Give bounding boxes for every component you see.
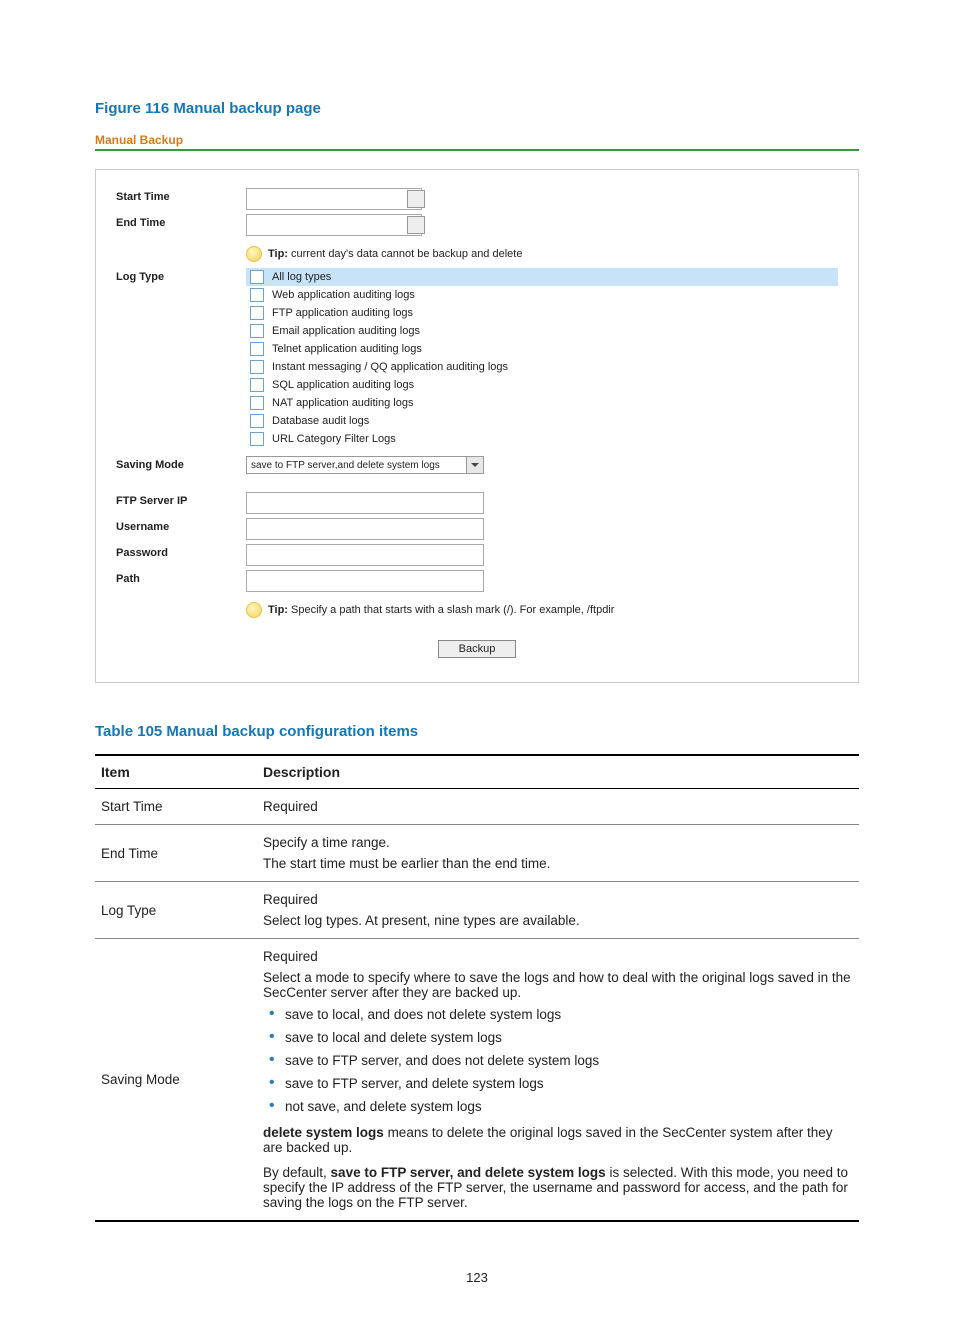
end-time-input[interactable] [246,214,422,236]
calendar-icon[interactable] [407,216,425,234]
log-type-option-label: Instant messaging / QQ application audit… [272,361,508,373]
checkbox-icon[interactable] [250,378,264,392]
cell-item: Start Time [95,789,257,825]
username-label: Username [116,518,246,533]
end-time-label: End Time [116,214,246,229]
checkbox-icon[interactable] [250,414,264,428]
tip-label: Tip: [268,248,288,260]
log-type-option[interactable]: Web application auditing logs [246,286,838,304]
table-row: End Time Specify a time range. The start… [95,825,859,882]
log-type-option-label: Telnet application auditing logs [272,343,422,355]
cell-desc: Required [257,789,859,825]
start-time-input[interactable] [246,188,422,210]
list-item: save to FTP server, and does not delete … [263,1050,853,1073]
list-item: save to FTP server, and delete system lo… [263,1073,853,1096]
start-time-label: Start Time [116,188,246,203]
log-type-option-label: Web application auditing logs [272,289,415,301]
password-input[interactable] [246,544,484,566]
config-table: Item Description Start Time Required End… [95,754,859,1222]
lightbulb-icon [246,246,262,262]
cell-item: End Time [95,825,257,882]
ftp-server-ip-label: FTP Server IP [116,492,246,507]
cell-desc: Required Select log types. At present, n… [257,882,859,939]
th-item: Item [95,755,257,789]
checkbox-icon[interactable] [250,432,264,446]
log-type-option-label: Email application auditing logs [272,325,420,337]
table-row: Start Time Required [95,789,859,825]
log-type-option[interactable]: Instant messaging / QQ application audit… [246,358,838,376]
checkbox-icon[interactable] [250,342,264,356]
log-type-label: Log Type [116,268,246,283]
panel-heading: Manual Backup [95,133,859,147]
log-type-option[interactable]: FTP application auditing logs [246,304,838,322]
path-label: Path [116,570,246,585]
log-type-option-label: Database audit logs [272,415,369,427]
log-type-option-label: NAT application auditing logs [272,397,413,409]
log-type-option[interactable]: SQL application auditing logs [246,376,838,394]
list-item: save to local and delete system logs [263,1027,853,1050]
list-item: not save, and delete system logs [263,1096,853,1119]
table-row: Saving Mode Required Select a mode to sp… [95,939,859,1221]
ftp-server-ip-input[interactable] [246,492,484,514]
page-number: 123 [95,1270,859,1285]
table-title: Table 105 Manual backup configuration it… [95,723,859,740]
password-label: Password [116,544,246,559]
log-type-option[interactable]: URL Category Filter Logs [246,430,838,448]
log-type-option[interactable]: NAT application auditing logs [246,394,838,412]
log-type-option[interactable]: Telnet application auditing logs [246,340,838,358]
log-type-option-label: SQL application auditing logs [272,379,414,391]
checkbox-icon[interactable] [250,288,264,302]
cell-desc: Specify a time range. The start time mus… [257,825,859,882]
cell-desc: Required Select a mode to specify where … [257,939,859,1221]
manual-backup-form: Start Time End Time Tip: current day's d… [95,169,859,683]
path-tip-text: Specify a path that starts with a slash … [288,604,614,616]
username-input[interactable] [246,518,484,540]
log-type-option-label: All log types [272,271,331,283]
log-type-option[interactable]: Email application auditing logs [246,322,838,340]
list-item: save to local, and does not delete syste… [263,1004,853,1027]
chevron-down-icon[interactable] [466,457,483,473]
table-row: Log Type Required Select log types. At p… [95,882,859,939]
checkbox-icon[interactable] [250,306,264,320]
cell-item: Saving Mode [95,939,257,1221]
saving-mode-label: Saving Mode [116,456,246,471]
log-type-option[interactable]: Database audit logs [246,412,838,430]
checkbox-icon[interactable] [250,396,264,410]
checkbox-icon[interactable] [250,270,264,284]
cell-item: Log Type [95,882,257,939]
checkbox-icon[interactable] [250,324,264,338]
lightbulb-icon [246,602,262,618]
saving-mode-select[interactable]: save to FTP server,and delete system log… [246,456,484,474]
backup-button[interactable]: Backup [438,640,517,658]
log-type-option-label: FTP application auditing logs [272,307,413,319]
path-input[interactable] [246,570,484,592]
saving-mode-value: save to FTP server,and delete system log… [247,458,466,473]
log-type-option[interactable]: All log types [246,268,838,286]
calendar-icon[interactable] [407,190,425,208]
time-tip-text: current day's data cannot be backup and … [288,248,523,260]
divider [95,149,859,151]
checkbox-icon[interactable] [250,360,264,374]
log-type-option-label: URL Category Filter Logs [272,433,396,445]
th-description: Description [257,755,859,789]
tip-label: Tip: [268,604,288,616]
figure-title: Figure 116 Manual backup page [95,100,859,117]
